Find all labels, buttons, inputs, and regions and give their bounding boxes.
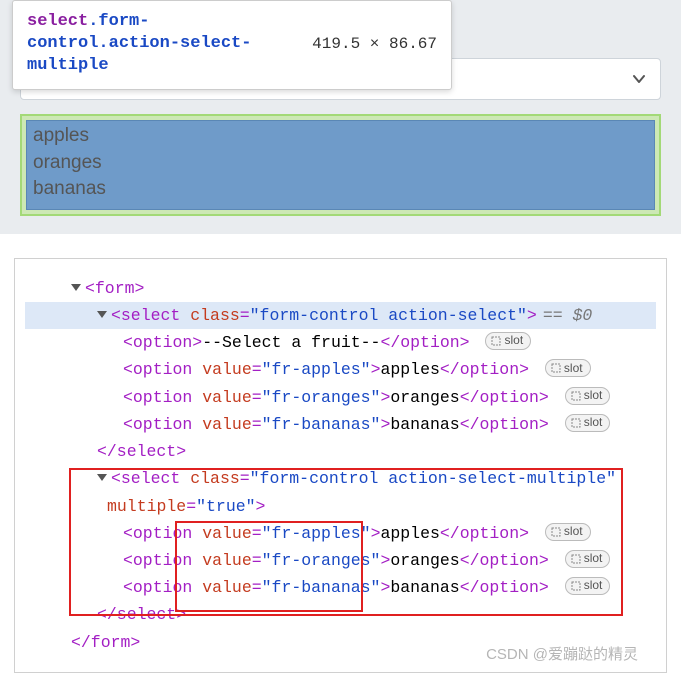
node-select2-close[interactable]: </select> bbox=[25, 601, 656, 628]
chevron-down-icon bbox=[632, 72, 646, 86]
expand-toggle-icon[interactable] bbox=[71, 284, 81, 291]
option-apples[interactable]: apples bbox=[33, 123, 648, 150]
slot-badge[interactable]: slot bbox=[565, 387, 611, 405]
node-form-close[interactable]: </form> bbox=[25, 629, 656, 656]
selected-marker: == $0 bbox=[543, 306, 593, 325]
expand-toggle-icon[interactable] bbox=[97, 311, 107, 318]
node-select1-open[interactable]: <select class="form-control action-selec… bbox=[25, 302, 656, 329]
slot-badge[interactable]: slot bbox=[565, 414, 611, 432]
node-option[interactable]: <option value="fr-apples">apples</option… bbox=[25, 520, 656, 547]
slot-badge[interactable]: slot bbox=[545, 359, 591, 377]
option-bananas[interactable]: bananas bbox=[33, 176, 648, 203]
highlight-outline: apples oranges bananas bbox=[20, 114, 661, 216]
node-option[interactable]: <option value="fr-bananas">bananas</opti… bbox=[25, 411, 656, 438]
option-oranges[interactable]: oranges bbox=[33, 150, 648, 177]
node-option[interactable]: <option value="fr-bananas">bananas</opti… bbox=[25, 574, 656, 601]
slot-badge[interactable]: slot bbox=[545, 523, 591, 541]
node-option[interactable]: <option>--Select a fruit--</option> slot bbox=[25, 329, 656, 356]
node-select2-open[interactable]: <select class="form-control action-selec… bbox=[25, 465, 656, 492]
slot-badge[interactable]: slot bbox=[565, 550, 611, 568]
node-select2-open-cont[interactable]: multiple="true"> bbox=[25, 493, 656, 520]
node-select1-close[interactable]: </select> bbox=[25, 438, 656, 465]
tooltip-tag: select bbox=[27, 12, 88, 31]
expand-toggle-icon[interactable] bbox=[97, 474, 107, 481]
node-option[interactable]: <option value="fr-oranges">oranges</opti… bbox=[25, 547, 656, 574]
tooltip-dimensions: 419.5 × 86.67 bbox=[312, 35, 437, 53]
multiple-select[interactable]: apples oranges bananas bbox=[26, 120, 655, 210]
slot-badge[interactable]: slot bbox=[485, 332, 531, 350]
node-form-open[interactable]: <form> bbox=[25, 275, 656, 302]
preview-panel: select.form-control.action-select-multip… bbox=[0, 0, 681, 234]
node-option[interactable]: <option value="fr-oranges">oranges</opti… bbox=[25, 384, 656, 411]
slot-badge[interactable]: slot bbox=[565, 577, 611, 595]
elements-panel: <form> <select class="form-control actio… bbox=[14, 258, 667, 673]
tooltip-selector: select.form-control.action-select-multip… bbox=[27, 11, 286, 77]
node-option[interactable]: <option value="fr-apples">apples</option… bbox=[25, 356, 656, 383]
inspector-tooltip: select.form-control.action-select-multip… bbox=[12, 0, 452, 90]
